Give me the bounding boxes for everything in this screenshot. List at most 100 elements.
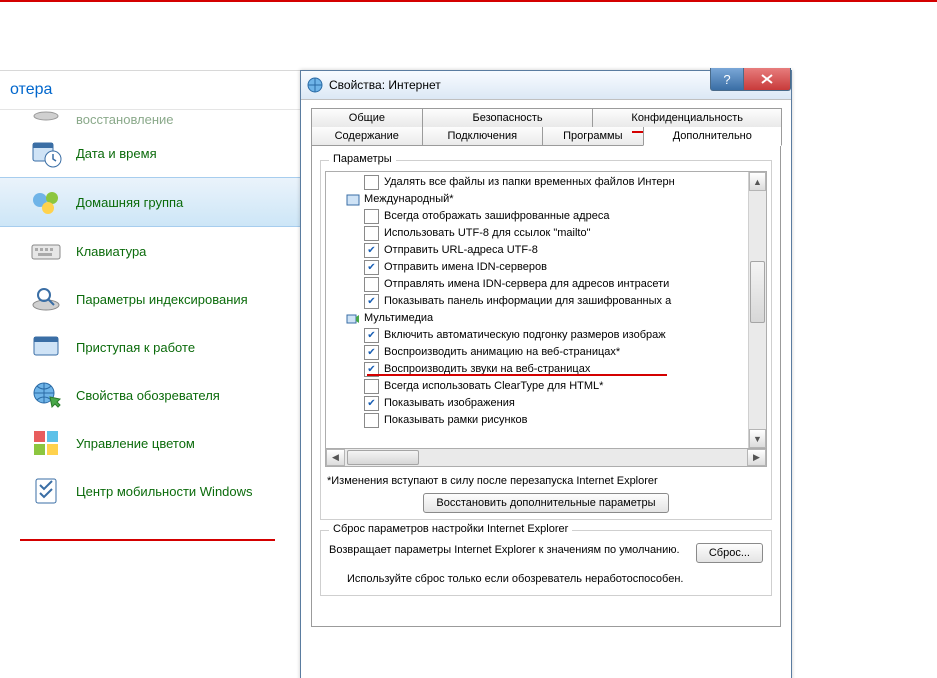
hscroll-track[interactable] xyxy=(345,449,747,466)
tree-row[interactable]: Показывать панель информации для зашифро… xyxy=(328,293,748,310)
checkbox[interactable] xyxy=(364,379,379,394)
tree-category[interactable]: Международный* xyxy=(328,191,748,208)
dialog-title: Свойства: Интернет xyxy=(329,78,441,92)
tree-category[interactable]: Мультимедиа xyxy=(328,310,748,327)
tree-label: Удалять все файлы из папки временных фай… xyxy=(384,174,675,191)
checkbox[interactable] xyxy=(364,345,379,360)
sidebar-item-date-time[interactable]: Дата и время xyxy=(0,129,300,177)
sidebar-item-keyboard[interactable]: Клавиатура xyxy=(0,227,300,275)
close-button[interactable] xyxy=(744,68,791,91)
tree-row[interactable]: Всегда использовать ClearType для HTML* xyxy=(328,378,748,395)
recovery-icon xyxy=(30,113,62,127)
checkbox[interactable] xyxy=(364,209,379,224)
checkbox[interactable] xyxy=(364,260,379,275)
tab-security[interactable]: Безопасность xyxy=(422,108,594,127)
tree-label: Отправить URL-адреса UTF-8 xyxy=(384,242,538,259)
sidebar-item-label: восстановление xyxy=(76,112,174,127)
reset-hint: Используйте сброс только если обозревате… xyxy=(329,573,763,585)
tree-row[interactable]: Отправить URL-адреса UTF-8 xyxy=(328,242,748,259)
tab-privacy[interactable]: Конфиденциальность xyxy=(592,108,782,127)
scroll-up-button[interactable]: ▲ xyxy=(749,172,766,191)
sidebar-item-label: Свойства обозревателя xyxy=(76,388,220,403)
control-panel-sidebar: отера восстановление Дата и время Домашн… xyxy=(0,70,300,515)
sidebar-item-recovery[interactable]: восстановление xyxy=(0,110,300,129)
parameters-group: Параметры Удалять все файлы из папки вре… xyxy=(320,160,772,520)
multimedia-icon xyxy=(346,312,360,326)
reset-button[interactable]: Сброс... xyxy=(696,543,763,563)
color-management-icon xyxy=(30,427,62,459)
homegroup-icon xyxy=(30,186,62,218)
tab-advanced-panel: Параметры Удалять все файлы из папки вре… xyxy=(311,145,781,627)
tree-row[interactable]: Показывать рамки рисунков xyxy=(328,412,748,429)
vertical-scrollbar[interactable]: ▲ ▼ xyxy=(748,172,766,448)
tree-row[interactable]: Включить автоматическую подгонку размеро… xyxy=(328,327,748,344)
tree-row[interactable]: Отправлять имена IDN-сервера для адресов… xyxy=(328,276,748,293)
dialog-titlebar[interactable]: Свойства: Интернет ? xyxy=(301,71,791,100)
sidebar-item-label: Параметры индексирования xyxy=(76,292,248,307)
tree-label: Отправить имена IDN-серверов xyxy=(384,259,547,276)
getting-started-icon xyxy=(30,331,62,363)
tree-row[interactable]: Всегда отображать зашифрованные адреса xyxy=(328,208,748,225)
keyboard-icon xyxy=(30,235,62,267)
tabs: Общие Безопасность Конфиденциальность Со… xyxy=(311,108,781,627)
sidebar-item-label: Приступая к работе xyxy=(76,340,195,355)
scroll-track[interactable] xyxy=(749,191,766,429)
tree-label: Использовать UTF-8 для ссылок "mailto" xyxy=(384,225,591,242)
scroll-right-button[interactable]: ▶ xyxy=(747,449,766,466)
sidebar-item-label: Управление цветом xyxy=(76,436,195,451)
internet-properties-dialog: Свойства: Интернет ? Общие Безопасность … xyxy=(300,70,792,678)
settings-tree-content[interactable]: Удалять все файлы из папки временных фай… xyxy=(326,172,748,448)
sidebar-item-label: Клавиатура xyxy=(76,244,146,259)
scroll-down-button[interactable]: ▼ xyxy=(749,429,766,448)
annotation-underline-1 xyxy=(20,539,275,541)
tree-row[interactable]: Показывать изображения xyxy=(328,395,748,412)
tree-label: Включить автоматическую подгонку размеро… xyxy=(384,327,666,344)
checkbox[interactable] xyxy=(364,328,379,343)
tree-label: Показывать изображения xyxy=(384,395,515,412)
scroll-thumb[interactable] xyxy=(750,261,765,323)
sidebar-item-internet-options[interactable]: Свойства обозревателя xyxy=(0,371,300,419)
checkbox[interactable] xyxy=(364,243,379,258)
sidebar-item-indexing[interactable]: Параметры индексирования xyxy=(0,275,300,323)
scroll-left-button[interactable]: ◀ xyxy=(326,449,345,466)
tab-general[interactable]: Общие xyxy=(311,108,423,127)
sidebar-item-homegroup[interactable]: Домашняя группа xyxy=(0,177,300,227)
checkbox[interactable] xyxy=(364,277,379,292)
tab-connections[interactable]: Подключения xyxy=(422,127,543,146)
annotation-underline-option xyxy=(367,374,667,376)
checkbox[interactable] xyxy=(364,294,379,309)
restore-defaults-button[interactable]: Восстановить дополнительные параметры xyxy=(423,493,668,513)
horizontal-scrollbar[interactable]: ◀ ▶ xyxy=(325,449,767,467)
reset-description: Возвращает параметры Internet Explorer к… xyxy=(329,543,686,557)
tree-row[interactable]: Отправить имена IDN-серверов xyxy=(328,259,748,276)
hscroll-thumb[interactable] xyxy=(347,450,419,465)
tree-row[interactable]: Использовать UTF-8 для ссылок "mailto" xyxy=(328,225,748,242)
reset-group: Сброс параметров настройки Internet Expl… xyxy=(320,530,772,596)
sidebar-item-getting-started[interactable]: Приступая к работе xyxy=(0,323,300,371)
reset-group-title: Сброс параметров настройки Internet Expl… xyxy=(329,523,572,535)
tree-label: Показывать панель информации для зашифро… xyxy=(384,293,671,310)
tab-content[interactable]: Содержание xyxy=(311,127,423,146)
decorative-red-line-top xyxy=(0,0,937,2)
indexing-icon xyxy=(30,283,62,315)
tree-label: Мультимедиа xyxy=(364,310,433,327)
tree-label: Всегда отображать зашифрованные адреса xyxy=(384,208,609,225)
tree-row[interactable]: Воспроизводить анимацию на веб-страницах… xyxy=(328,344,748,361)
sidebar-item-color-management[interactable]: Управление цветом xyxy=(0,419,300,467)
checkbox[interactable] xyxy=(364,175,379,190)
help-button[interactable]: ? xyxy=(710,68,744,91)
mobility-center-icon xyxy=(30,475,62,507)
tree-row[interactable]: Удалять все файлы из папки временных фай… xyxy=(328,174,748,191)
checkbox[interactable] xyxy=(364,226,379,241)
tab-programs[interactable]: Программы xyxy=(542,127,644,146)
globe-icon xyxy=(307,77,323,93)
tree-label: Показывать рамки рисунков xyxy=(384,412,528,429)
control-panel-item-list: восстановление Дата и время Домашняя гру… xyxy=(0,110,300,515)
checkbox[interactable] xyxy=(364,396,379,411)
sidebar-item-mobility-center[interactable]: Центр мобильности Windows xyxy=(0,467,300,515)
tab-advanced[interactable]: Дополнительно xyxy=(643,127,782,146)
checkbox[interactable] xyxy=(364,413,379,428)
restart-note: *Изменения вступают в силу после перезап… xyxy=(327,475,765,487)
category-icon xyxy=(346,193,360,207)
parameters-group-title: Параметры xyxy=(329,153,396,165)
